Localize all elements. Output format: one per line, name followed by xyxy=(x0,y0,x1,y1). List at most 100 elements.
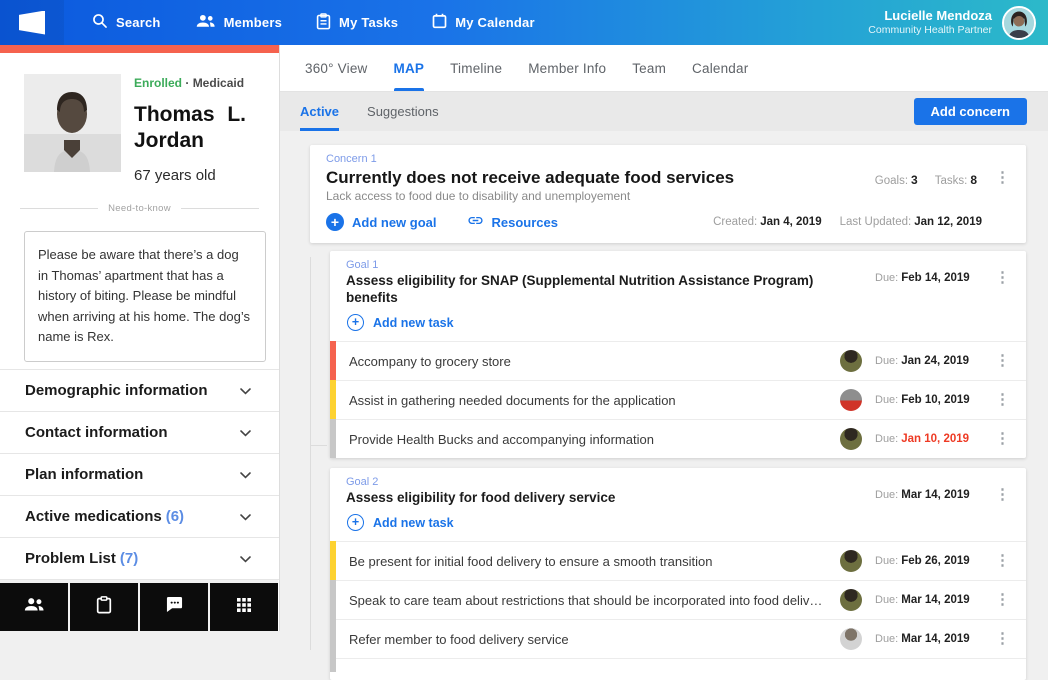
goal-menu-icon[interactable]: ⋮ xyxy=(995,487,1010,502)
sidebar-item-plan-information[interactable]: Plan information xyxy=(0,454,279,496)
need-to-know-divider: Need-to-know xyxy=(20,203,259,214)
goal-connector-line xyxy=(310,257,311,650)
tab-360-view[interactable]: 360° View xyxy=(305,45,368,91)
goal-card-2: Goal 2 Assess eligibility for food deliv… xyxy=(330,468,1026,680)
concern-stats: Goals: 3 Tasks: 8 xyxy=(875,173,977,187)
sidebar-item-contact-information[interactable]: Contact information xyxy=(0,412,279,454)
user-name: Lucielle Mendoza xyxy=(884,7,992,23)
sidebar-item-problem-list[interactable]: Problem List (7) xyxy=(0,538,279,580)
tab-timeline[interactable]: Timeline xyxy=(450,45,502,91)
goal-title: Assess eligibility for food delivery ser… xyxy=(346,490,616,505)
assignee-avatar xyxy=(840,428,862,450)
tab-map[interactable]: MAP xyxy=(393,45,425,91)
task-due-date-overdue: Due: Jan 10, 2019 xyxy=(875,433,970,445)
grid-icon xyxy=(236,597,252,618)
goal-label: Goal 1 xyxy=(346,259,379,271)
sidebar-accordion: Demographic information Contact informat… xyxy=(0,369,279,580)
goals-count: Goals: 3 xyxy=(874,173,918,187)
task-due-date: Due: Mar 14, 2019 xyxy=(875,594,970,606)
goal-connector-tick xyxy=(310,445,327,446)
toolbar-tasks-button[interactable] xyxy=(70,583,138,631)
task-menu-icon[interactable]: ⋮ xyxy=(995,592,1010,607)
need-to-know-note: Please be aware that there’s a dog in Th… xyxy=(24,231,266,362)
patient-sidebar: Enrolled · Medicaid Thomas L. Jordan 67 … xyxy=(0,45,280,631)
member-tabs: 360° View MAP Timeline Member Info Team … xyxy=(280,45,1048,92)
need-to-know-label: Need-to-know xyxy=(108,203,171,214)
task-row[interactable]: Refer member to food delivery service Du… xyxy=(330,619,1026,658)
patient-age: 67 years old xyxy=(134,167,216,184)
nav-item-my-calendar[interactable]: My Calendar xyxy=(432,13,535,32)
patient-photo xyxy=(24,74,121,172)
members-icon xyxy=(195,14,216,31)
task-title: Refer member to food delivery service xyxy=(349,631,569,647)
search-icon xyxy=(92,13,108,32)
task-due-date: Due: Feb 10, 2019 xyxy=(875,394,970,406)
tasks-count: Tasks: 8 xyxy=(934,173,977,187)
assignee-avatar xyxy=(840,589,862,611)
plus-circle-outline-icon: + xyxy=(347,514,364,531)
nav-item-label: My Calendar xyxy=(455,15,535,30)
chevron-down-icon xyxy=(240,550,251,568)
toolbar-messages-button[interactable] xyxy=(140,583,208,631)
sidebar-toolbar xyxy=(0,580,278,631)
concern-menu-icon[interactable]: ⋮ xyxy=(995,170,1010,185)
nav-menu: Search Members My Tasks My Calendar xyxy=(92,12,535,33)
chat-icon xyxy=(165,596,184,618)
nav-item-label: Search xyxy=(116,15,161,30)
add-concern-button[interactable]: Add concern xyxy=(913,98,1027,125)
task-row[interactable]: Be present for initial food delivery to … xyxy=(330,541,1026,580)
task-status-strip xyxy=(330,658,336,672)
toolbar-members-button[interactable] xyxy=(0,583,68,631)
nav-item-my-tasks[interactable]: My Tasks xyxy=(316,12,398,33)
user-avatar xyxy=(1002,5,1036,40)
task-title: Accompany to grocery store xyxy=(349,353,511,369)
status-separator: · xyxy=(182,76,193,90)
sidebar-item-demographic-information[interactable]: Demographic information xyxy=(0,370,279,412)
task-row[interactable]: Assist in gathering needed documents for… xyxy=(330,380,1026,419)
sidebar-accent-bar xyxy=(0,45,279,53)
task-menu-icon[interactable]: ⋮ xyxy=(995,553,1010,568)
enrollment-status: Enrolled · Medicaid xyxy=(134,76,246,90)
main-panel: 360° View MAP Timeline Member Info Team … xyxy=(280,45,1048,680)
link-icon xyxy=(467,212,484,232)
goal-due-date: Due: Feb 14, 2019 xyxy=(875,272,970,284)
map-content: Concern 1 Currently does not receive ade… xyxy=(280,145,1048,680)
nav-item-search[interactable]: Search xyxy=(92,13,161,32)
goal-menu-icon[interactable]: ⋮ xyxy=(995,270,1010,285)
task-title: Be present for initial food delivery to … xyxy=(349,553,713,569)
chevron-down-icon xyxy=(240,508,251,526)
toolbar-apps-button[interactable] xyxy=(210,583,278,631)
tab-member-info[interactable]: Member Info xyxy=(528,45,606,91)
task-menu-icon[interactable]: ⋮ xyxy=(995,353,1010,368)
task-row[interactable]: Provide Health Bucks and accompanying in… xyxy=(330,419,1026,458)
add-new-goal-button[interactable]: + Add new goal xyxy=(326,213,437,231)
subtab-active[interactable]: Active xyxy=(300,92,340,131)
add-new-task-button[interactable]: + Add new task xyxy=(346,314,1010,331)
assignee-avatar xyxy=(840,628,862,650)
map-subtabs: Active Suggestions Add concern xyxy=(280,92,1048,131)
task-due-date: Due: Feb 26, 2019 xyxy=(875,555,970,567)
task-row[interactable]: Accompany to grocery store Due: Jan 24, 2… xyxy=(330,341,1026,380)
task-menu-icon[interactable]: ⋮ xyxy=(995,392,1010,407)
patient-meta: Enrolled · Medicaid Thomas L. Jordan 67 … xyxy=(134,74,246,184)
task-due-date: Due: Jan 24, 2019 xyxy=(875,355,970,367)
task-title: Assist in gathering needed documents for… xyxy=(349,392,676,408)
subtab-suggestions[interactable]: Suggestions xyxy=(367,92,439,131)
tab-team[interactable]: Team xyxy=(632,45,666,91)
add-new-task-button[interactable]: + Add new task xyxy=(346,514,1010,531)
resources-button[interactable]: Resources xyxy=(467,212,558,232)
nav-item-members[interactable]: Members xyxy=(195,14,282,31)
last-updated-date: Last Updated: Jan 12, 2019 xyxy=(839,216,982,228)
brand-logo-icon xyxy=(19,10,45,35)
task-status-strip xyxy=(330,580,336,619)
task-menu-icon[interactable]: ⋮ xyxy=(995,431,1010,446)
user-menu[interactable]: Lucielle Mendoza Community Health Partne… xyxy=(868,5,1036,40)
sidebar-item-active-medications[interactable]: Active medications (6) xyxy=(0,496,279,538)
task-row[interactable]: Speak to care team about restrictions th… xyxy=(330,580,1026,619)
patient-header: Enrolled · Medicaid Thomas L. Jordan 67 … xyxy=(24,74,256,184)
app-logo[interactable] xyxy=(0,0,64,45)
tab-calendar[interactable]: Calendar xyxy=(692,45,748,91)
task-menu-icon[interactable]: ⋮ xyxy=(995,631,1010,646)
clipboard-icon xyxy=(96,595,112,619)
assignee-avatar xyxy=(840,550,862,572)
